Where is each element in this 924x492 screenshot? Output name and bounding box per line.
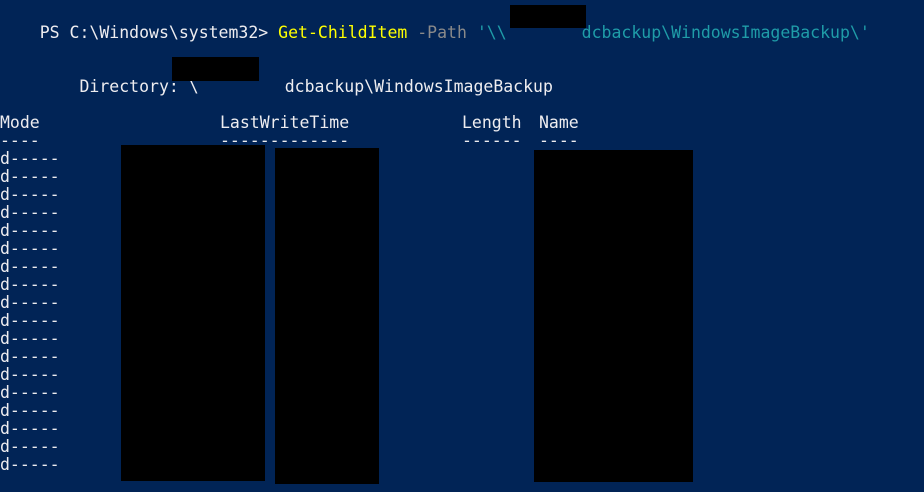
table-row: d-----	[0, 222, 60, 240]
row-mode: d-----	[0, 167, 60, 186]
row-mode: d-----	[0, 455, 60, 474]
row-mode: d-----	[0, 203, 60, 222]
command-line[interactable]: PS C:\Windows\system32> Get-ChildItem -P…	[0, 6, 870, 42]
table-row: d-----	[0, 258, 60, 276]
row-mode: d-----	[0, 311, 60, 330]
table-row: d-----	[0, 276, 60, 294]
path-string-start: '\\	[476, 23, 507, 42]
redaction-box-name-column	[534, 150, 693, 482]
table-row: d-----	[0, 438, 60, 456]
row-mode: d-----	[0, 275, 60, 294]
redaction-box-time-column	[275, 148, 379, 484]
directory-line: Directory: \ dcbackup\WindowsImageBackup	[0, 60, 552, 96]
row-mode: d-----	[0, 437, 60, 456]
table-row: d-----	[0, 294, 60, 312]
row-mode: d-----	[0, 419, 60, 438]
row-mode: d-----	[0, 239, 60, 258]
table-row: d-----	[0, 402, 60, 420]
table-row: d-----	[0, 168, 60, 186]
header-mode: Mode	[0, 113, 40, 132]
redaction-box-command-server	[510, 5, 586, 28]
table-row: d-----	[0, 384, 60, 402]
row-mode: d-----	[0, 401, 60, 420]
path-string-rest: dcbackup\WindowsImageBackup\'	[581, 23, 870, 42]
table-row: d-----	[0, 186, 60, 204]
table-row: d-----	[0, 330, 60, 348]
prompt-prefix: PS C:\Windows\system32>	[39, 23, 279, 42]
row-mode: d-----	[0, 347, 60, 366]
table-row: d-----	[0, 204, 60, 222]
table-row: d-----	[0, 312, 60, 330]
powershell-console[interactable]: PS C:\Windows\system32> Get-ChildItem -P…	[0, 0, 924, 492]
path-parameter: -Path	[407, 23, 477, 42]
underline-name: ----	[539, 131, 579, 150]
cmdlet-name: Get-ChildItem	[278, 23, 408, 42]
row-mode: d-----	[0, 185, 60, 204]
row-mode: d-----	[0, 383, 60, 402]
redaction-box-directory-server	[172, 57, 259, 81]
directory-path-rest: dcbackup\WindowsImageBackup	[284, 77, 553, 96]
table-row: d-----	[0, 348, 60, 366]
row-mode: d-----	[0, 149, 60, 168]
row-mode: d-----	[0, 365, 60, 384]
table-row: d-----	[0, 240, 60, 258]
header-name: Name	[539, 113, 579, 132]
row-mode: d-----	[0, 293, 60, 312]
row-mode: d-----	[0, 221, 60, 240]
table-row: d-----	[0, 456, 60, 474]
table-row: d-----	[0, 366, 60, 384]
header-last-write-time: LastWriteTime	[220, 113, 350, 132]
underline-length: ------	[462, 131, 522, 150]
redaction-box-date-column	[121, 145, 265, 481]
table-row: d-----	[0, 420, 60, 438]
table-row: d-----	[0, 150, 60, 168]
underline-mode: ----	[0, 131, 40, 150]
header-length: Length	[462, 113, 522, 132]
row-mode: d-----	[0, 257, 60, 276]
row-mode: d-----	[0, 329, 60, 348]
